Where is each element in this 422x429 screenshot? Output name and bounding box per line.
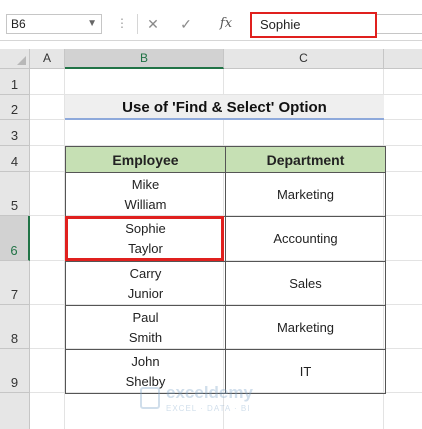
sheet-title[interactable]: Use of 'Find & Select' Option (65, 95, 384, 120)
row-header-5[interactable]: 5 (0, 172, 30, 216)
header-employee[interactable]: Employee (65, 146, 226, 173)
department-cell[interactable]: Marketing (225, 172, 386, 217)
watermark-tagline: EXCEL · DATA · BI (166, 404, 251, 413)
row-header-7[interactable]: 7 (0, 261, 30, 305)
table-row: Mike William Marketing (65, 172, 386, 217)
department-cell[interactable]: Marketing (225, 305, 386, 350)
employee-cell[interactable]: Mike William (65, 172, 226, 217)
employee-first-name: John (131, 353, 160, 369)
formula-bar: B6 ▼ ⋮ ✕ ✓ fx Sophie (0, 0, 422, 41)
department-cell[interactable]: Accounting (225, 216, 386, 262)
name-box[interactable]: B6 ▼ (6, 14, 102, 34)
row-header-9[interactable]: 9 (0, 349, 30, 393)
employee-cell[interactable]: Paul Smith (65, 305, 226, 350)
employee-first-name: Paul (132, 309, 159, 325)
formula-bar-separator (137, 14, 138, 34)
employee-last-name: William (124, 196, 167, 212)
enter-icon[interactable]: ✓ (174, 14, 198, 34)
employee-cell[interactable]: Sophie Taylor (65, 216, 226, 262)
table-row: Sophie Taylor Accounting (65, 216, 386, 262)
watermark-name: exceldemy (166, 383, 253, 402)
formula-input[interactable]: Sophie (250, 12, 377, 38)
employee-last-name: Junior (127, 285, 164, 301)
employee-first-name: Carry (129, 265, 162, 281)
insert-function-icon[interactable]: fx (214, 14, 238, 34)
row-header-4[interactable]: 4 (0, 146, 30, 172)
row-header-1[interactable]: 1 (0, 69, 30, 95)
row-header-2[interactable]: 2 (0, 95, 30, 120)
header-department[interactable]: Department (225, 146, 386, 173)
column-header-c[interactable]: C (224, 49, 384, 69)
watermark: exceldemy EXCEL · DATA · BI (140, 383, 320, 417)
column-header-a[interactable]: A (30, 49, 65, 69)
employee-table: Employee Department Mike William Marketi… (65, 146, 386, 394)
employee-last-name: Taylor (128, 241, 163, 256)
table-row: Paul Smith Marketing (65, 305, 386, 350)
employee-first-name: Sophie (125, 221, 166, 236)
employee-last-name: Smith (128, 329, 163, 345)
row-header-empty[interactable] (0, 393, 30, 429)
formula-input-extension[interactable] (377, 14, 422, 34)
row-header-6[interactable]: 6 (0, 216, 30, 261)
employee-first-name: Mike (131, 176, 160, 192)
table-row: Carry Junior Sales (65, 261, 386, 306)
name-box-value: B6 (11, 17, 26, 31)
row-header-3[interactable]: 3 (0, 120, 30, 146)
department-cell[interactable]: Sales (225, 261, 386, 306)
row-header-8[interactable]: 8 (0, 305, 30, 349)
column-header-b[interactable]: B (65, 49, 224, 69)
table-header-row: Employee Department (65, 146, 386, 173)
column-header-empty[interactable] (384, 49, 422, 69)
more-icon: ⋮ (116, 16, 128, 30)
select-all-button[interactable] (0, 49, 30, 69)
employee-cell[interactable]: Carry Junior (65, 261, 226, 306)
chevron-down-icon[interactable]: ▼ (87, 15, 97, 33)
cancel-icon[interactable]: ✕ (141, 14, 165, 34)
exceldemy-logo-icon (140, 387, 160, 409)
